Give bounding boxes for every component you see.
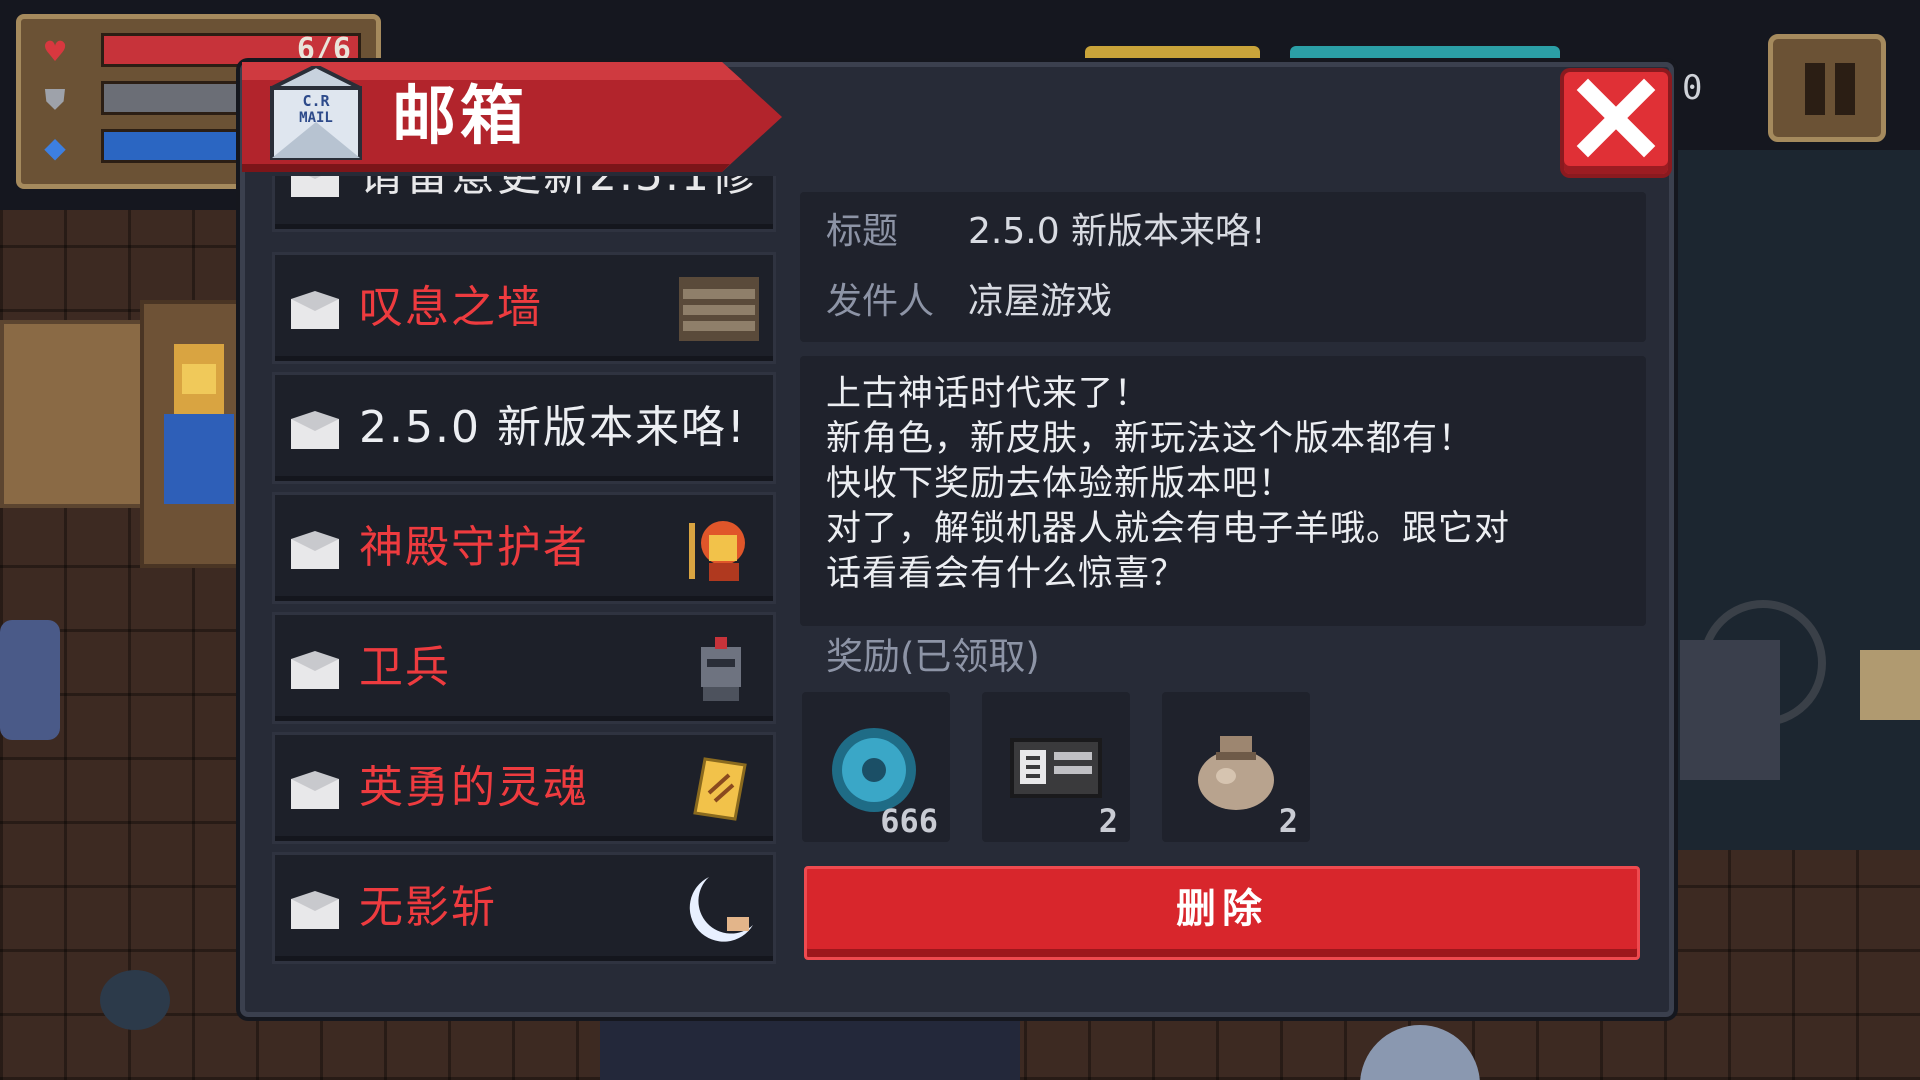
mail-title: 英勇的灵魂 bbox=[359, 762, 589, 813]
mail-list-item[interactable]: 叹息之墙 bbox=[272, 252, 776, 364]
mail-body-line: 对了，解锁机器人就会有电子羊哦。跟它对 bbox=[826, 509, 1511, 549]
envelope-icon bbox=[291, 771, 339, 809]
envelope-icon bbox=[291, 651, 339, 689]
hieroglyph-wall-decoration bbox=[0, 320, 148, 508]
mail-envelope-icon: C.R MAIL bbox=[268, 63, 364, 166]
envelope-icon bbox=[291, 891, 339, 929]
mail-body-line: 快收下奖励去体验新版本吧！ bbox=[826, 464, 1295, 504]
mailbox-title: 邮箱 bbox=[392, 80, 528, 154]
sender-label: 发件人 bbox=[826, 281, 935, 322]
envelope-icon bbox=[291, 531, 339, 569]
mail-title: 叹息之墙 bbox=[359, 282, 543, 333]
rewards-title: 奖励(已领取) bbox=[826, 635, 1040, 678]
reward-slot[interactable]: 2 bbox=[1162, 692, 1310, 842]
mail-list-item[interactable]: 卫兵 bbox=[272, 612, 776, 724]
mail-list-item[interactable]: 请留意更新2.5.1修 bbox=[272, 176, 776, 232]
energy-diamond-icon: ◆ bbox=[44, 131, 66, 164]
cr-card-icon bbox=[1010, 738, 1102, 798]
delete-button[interactable]: 删除 bbox=[804, 866, 1640, 960]
mail-list-item-selected[interactable]: 2.5.0 新版本来咯! bbox=[272, 372, 776, 484]
mail-body-line: 上古神话时代来了！ bbox=[826, 374, 1151, 414]
mail-title: 2.5.0 新版本来咯! bbox=[359, 402, 747, 453]
wall-icon bbox=[679, 277, 759, 341]
envelope-icon bbox=[291, 291, 339, 329]
boss-bar-teal bbox=[1290, 46, 1560, 62]
reward-slot[interactable]: 666 bbox=[802, 692, 950, 842]
reward-slot[interactable]: 2 bbox=[982, 692, 1130, 842]
sender-value: 凉屋游戏 bbox=[968, 281, 1113, 322]
reward-count: 666 bbox=[880, 802, 938, 840]
mail-body-line: 话看看会有什么惊喜？ bbox=[826, 554, 1187, 594]
material-bag-icon bbox=[1198, 736, 1274, 810]
boss-bar-yellow bbox=[1085, 46, 1260, 62]
pause-icon-bar bbox=[1835, 63, 1855, 115]
guardian-icon bbox=[689, 521, 745, 581]
close-button[interactable] bbox=[1564, 72, 1668, 174]
envelope-icon bbox=[291, 411, 339, 449]
envelope-icon bbox=[291, 176, 339, 197]
mail-list-item[interactable]: 神殿守护者 bbox=[272, 492, 776, 604]
shield-icon: ⛊ bbox=[44, 83, 66, 116]
sign-board bbox=[1860, 650, 1920, 720]
npc-creature bbox=[0, 620, 60, 740]
mail-list[interactable]: 请留意更新2.5.1修 叹息之墙 2.5.0 新版本来咯! 神殿守护者 卫兵 bbox=[272, 176, 778, 966]
reward-count: 2 bbox=[1278, 802, 1298, 840]
svg-text:C.R: C.R bbox=[302, 92, 330, 110]
pot-decoration bbox=[100, 970, 170, 1030]
soldier-icon bbox=[701, 637, 741, 701]
reward-count: 2 bbox=[1098, 802, 1118, 840]
mail-list-item[interactable]: 英勇的灵魂 bbox=[272, 732, 776, 844]
npc-robot bbox=[1680, 640, 1780, 780]
mail-body: 上古神话时代来了！ 新角色，新皮肤，新玩法这个版本都有！ 快收下奖励去体验新版本… bbox=[800, 356, 1646, 626]
mail-title: 神殿守护者 bbox=[359, 522, 589, 573]
pause-icon bbox=[1805, 63, 1825, 115]
crescent-slash-icon bbox=[689, 877, 753, 942]
mail-body-line: 新角色，新皮肤，新玩法这个版本都有！ bbox=[826, 419, 1475, 459]
subject-label: 标题 bbox=[826, 211, 899, 252]
table-decoration bbox=[600, 1020, 1020, 1080]
pause-button[interactable] bbox=[1768, 34, 1886, 142]
mail-list-item[interactable]: 无影斩 bbox=[272, 852, 776, 964]
svg-text:MAIL: MAIL bbox=[299, 110, 333, 126]
coin-count: 0 bbox=[1682, 68, 1703, 108]
mail-title: 卫兵 bbox=[359, 642, 451, 693]
mail-title: 无影斩 bbox=[359, 882, 497, 933]
close-x-icon bbox=[1576, 78, 1656, 158]
subject-value: 2.5.0 新版本来咯! bbox=[968, 211, 1266, 252]
soul-card-icon bbox=[693, 757, 747, 821]
heart-icon: ♥ bbox=[42, 35, 68, 68]
mail-header-box: 标题 2.5.0 新版本来咯! 发件人 凉屋游戏 bbox=[800, 192, 1646, 342]
mail-title: 请留意更新2.5.1修 bbox=[359, 176, 757, 229]
